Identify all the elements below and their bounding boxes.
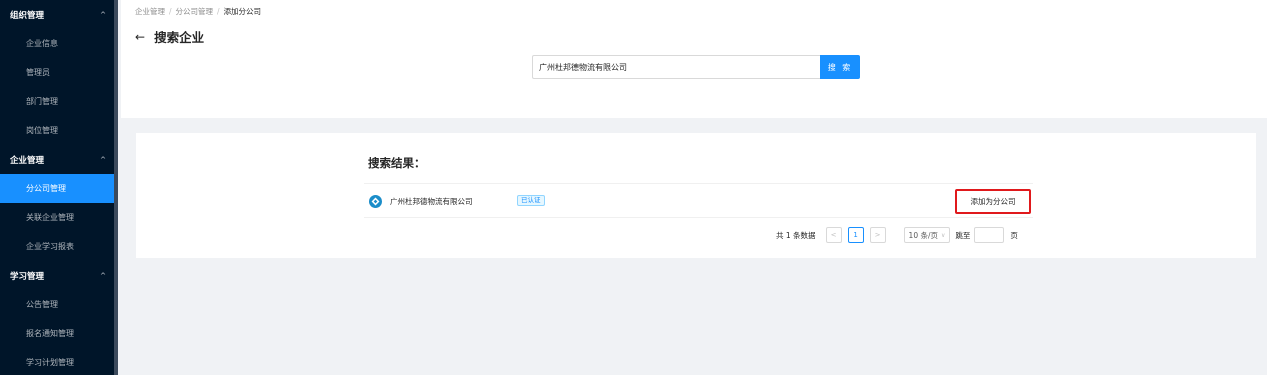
sidebar-item-positions[interactable]: 岗位管理 (0, 116, 118, 145)
results-card: 搜索结果： 广州杜邦德物流有限公司 已认证 添加为分公司 共 1 条数据 < 1… (136, 133, 1256, 258)
sidebar-item-study-plans[interactable]: 学习计划管理 (0, 348, 118, 375)
sidebar-item-enrollment-notices[interactable]: 报名通知管理 (0, 319, 118, 348)
sidebar-item-affiliates[interactable]: 关联企业管理 (0, 203, 118, 232)
page-heading: ← 搜索企业 (135, 27, 204, 46)
prev-page-button[interactable]: < (825, 227, 842, 243)
verified-badge: 已认证 (517, 195, 545, 206)
menu-group-org[interactable]: 组织管理 ^ (0, 0, 118, 29)
sidebar-item-announcements[interactable]: 公告管理 (0, 290, 118, 319)
jump-page-input[interactable] (974, 227, 1005, 243)
page-title: 搜索企业 (154, 30, 205, 45)
page-unit-label: 页 (1010, 230, 1018, 240)
chevron-up-icon: ^ (100, 271, 106, 280)
results-title: 搜索结果： (368, 156, 426, 170)
breadcrumb: 企业管理 / 分公司管理 / 添加分公司 (135, 7, 262, 16)
menu-group-enterprise[interactable]: 企业管理 ^ (0, 145, 118, 174)
menu-group-learning[interactable]: 学习管理 ^ (0, 261, 118, 290)
page-number-button[interactable]: 1 (847, 227, 864, 243)
sidebar-item-branches[interactable]: 分公司管理 (0, 174, 118, 203)
breadcrumb-current: 添加分公司 (223, 7, 262, 16)
sidebar-scrollbar[interactable] (114, 0, 118, 375)
total-count: 共 1 条数据 (776, 230, 816, 240)
breadcrumb-item[interactable]: 企业管理 (135, 7, 165, 16)
menu-group-label: 组织管理 (10, 10, 45, 21)
sidebar-item-company-info[interactable]: 企业信息 (0, 29, 118, 58)
add-as-branch-button[interactable]: 添加为分公司 (955, 189, 1031, 214)
sidebar-item-departments[interactable]: 部门管理 (0, 87, 118, 116)
page-size-value: 10 条/页 (908, 230, 939, 240)
list-item: 广州杜邦德物流有限公司 已认证 添加为分公司 (364, 183, 1033, 218)
page-size-select[interactable]: 10 条/页 ∨ (903, 227, 951, 243)
company-logo-icon (369, 195, 382, 208)
jump-label: 跳至 (955, 230, 971, 240)
search-bar: 搜 索 (532, 55, 860, 79)
next-page-button[interactable]: > (869, 227, 886, 243)
chevron-down-icon: ∨ (941, 231, 946, 239)
sidebar-item-learning-report[interactable]: 企业学习报表 (0, 232, 118, 261)
company-name: 广州杜邦德物流有限公司 (390, 197, 473, 206)
sidebar: 组织管理 ^ 企业信息 管理员 部门管理 岗位管理 企业管理 ^ 分公司管理 关… (0, 0, 118, 375)
menu-group-label: 企业管理 (10, 155, 45, 166)
chevron-up-icon: ^ (100, 155, 106, 164)
chevron-up-icon: ^ (100, 10, 106, 19)
back-arrow-icon[interactable]: ← (135, 31, 145, 43)
search-button[interactable]: 搜 索 (820, 55, 860, 79)
page-header: 企业管理/分公司管理/添加分公司 ← 搜索企业 搜 索 (121, 0, 1267, 118)
breadcrumb-item[interactable]: 分公司管理 (176, 7, 214, 16)
menu-group-label: 学习管理 (10, 271, 45, 282)
search-input[interactable] (532, 55, 820, 79)
pagination: 共 1 条数据 < 1 > 10 条/页 ∨ 跳至 页 (776, 227, 1018, 243)
sidebar-item-admins[interactable]: 管理员 (0, 58, 118, 87)
